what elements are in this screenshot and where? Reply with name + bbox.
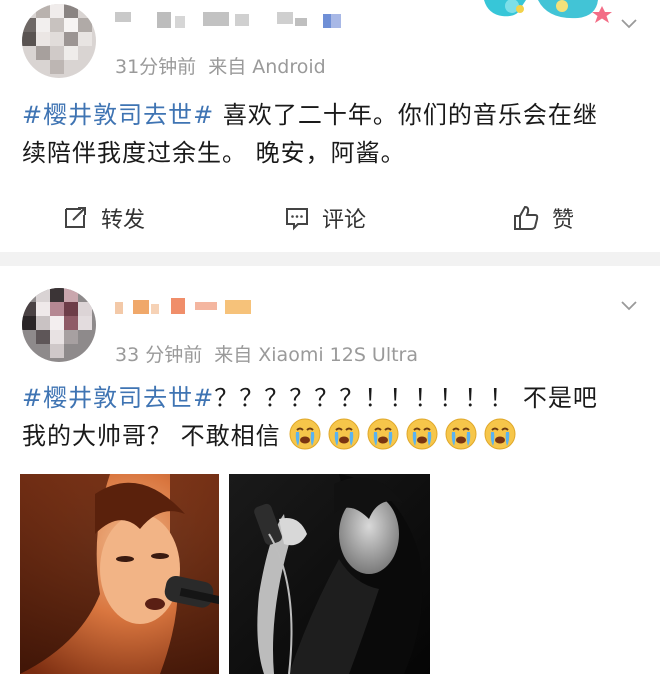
avatar[interactable]: [22, 4, 96, 78]
emoji-row: [289, 418, 523, 450]
post-content: #樱井敦司去世# 喜欢了二十年。你们的音乐会在继 续陪伴我度过余生。 晚安，阿酱…: [22, 96, 642, 172]
crying-face-icon: [367, 418, 399, 450]
crying-face-icon: [328, 418, 360, 450]
repost-button[interactable]: 转发: [63, 193, 145, 243]
hashtag-link[interactable]: #樱井敦司去世#: [22, 384, 214, 412]
feed-separator: [0, 252, 660, 266]
crying-face-icon: [484, 418, 516, 450]
photo-image: [20, 474, 219, 674]
username[interactable]: [115, 296, 265, 320]
action-bar: 转发 评论 赞: [0, 193, 660, 243]
comment-button[interactable]: 评论: [284, 193, 366, 243]
decorative-badge-icon: [478, 0, 638, 30]
post-time: 33 分钟前: [115, 344, 203, 366]
weibo-post-1: 31分钟前 来自 Android #樱井敦司去世# 喜欢了二十年。你们的音乐会在继…: [0, 0, 660, 252]
hashtag-link[interactable]: #樱井敦司去世#: [22, 101, 214, 129]
post-meta: 33 分钟前 来自 Xiaomi 12S Ultra: [115, 340, 418, 367]
post-source: 来自 Android: [208, 56, 326, 78]
post-text: 续陪伴我度过余生。 晚安，阿酱。: [22, 139, 406, 167]
repost-icon: [65, 207, 86, 228]
repost-label: 转发: [101, 208, 146, 233]
post-text: ？？？？？？！！！！！！ 不是吧: [214, 384, 598, 412]
weibo-post-2: 33 分钟前 来自 Xiaomi 12S Ultra #樱井敦司去世#？？？？？？…: [0, 266, 660, 693]
post-content: #樱井敦司去世#？？？？？？！！！！！！ 不是吧 我的大帅哥？ 不敢相信: [22, 379, 642, 455]
crying-face-icon: [289, 418, 321, 450]
post-photo-2[interactable]: [229, 474, 430, 674]
chevron-down-icon[interactable]: [620, 14, 638, 32]
username[interactable]: [115, 10, 355, 34]
post-text: 我的大帅哥？ 不敢相信: [22, 422, 281, 450]
post-time: 31分钟前: [115, 56, 197, 78]
thumbs-up-icon: [514, 205, 539, 230]
crying-face-icon: [445, 418, 477, 450]
chevron-down-icon[interactable]: [620, 296, 638, 314]
like-label: 赞: [552, 208, 575, 233]
post-source: 来自 Xiaomi 12S Ultra: [214, 344, 419, 366]
post-meta: 31分钟前 来自 Android: [115, 52, 326, 79]
post-photo-1[interactable]: [20, 474, 219, 674]
crying-face-icon: [406, 418, 438, 450]
post-text: 喜欢了二十年。你们的音乐会在继: [214, 101, 598, 129]
comment-icon: [286, 208, 308, 231]
comment-label: 评论: [322, 208, 367, 233]
avatar[interactable]: [22, 288, 96, 362]
like-button[interactable]: 赞: [512, 193, 574, 243]
photo-image: [229, 474, 430, 674]
